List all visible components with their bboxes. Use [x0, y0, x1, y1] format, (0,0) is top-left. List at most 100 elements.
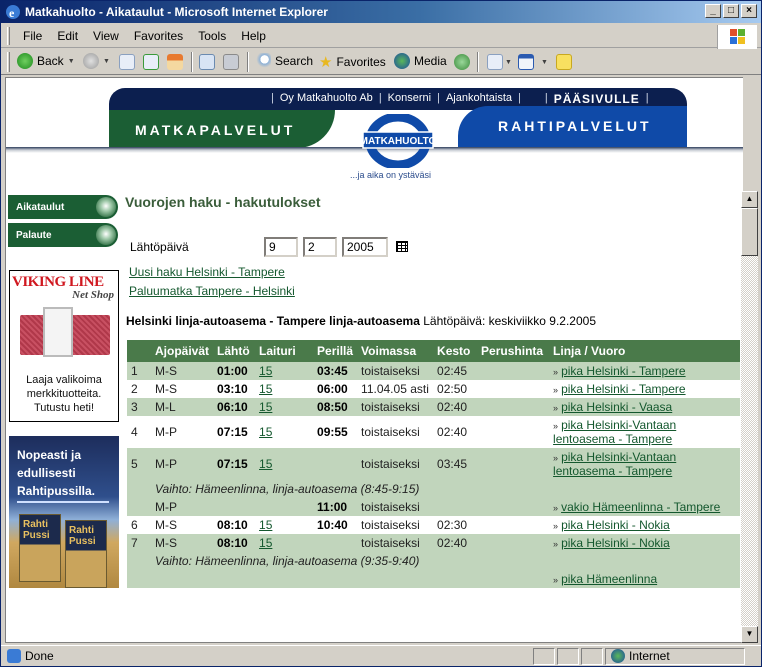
table-row: M-P 11:00 toistaiseksi » vakio Hämeenlinna -…	[127, 498, 740, 516]
cell-arrival: 10:40	[313, 516, 358, 534]
cell-empty	[127, 552, 151, 570]
cell-platform: 15	[255, 398, 314, 416]
arrow-icon: »	[553, 503, 559, 513]
line-link[interactable]: pika Helsinki - Vaasa	[561, 400, 672, 414]
link-paasivulle[interactable]: PÄÄSIVULLE	[554, 92, 640, 106]
ad-text: Nopeasti ja edullisesti Rahtipussilla.	[17, 446, 95, 500]
scroll-down-button[interactable]: ▼	[741, 626, 758, 643]
close-button[interactable]: ×	[741, 4, 757, 18]
toolbar-separator	[247, 52, 249, 72]
back-button[interactable]: Back ▼	[17, 53, 75, 69]
history-icon[interactable]	[454, 54, 470, 70]
line-link[interactable]: pika Helsinki - Tampere	[561, 364, 686, 378]
return-trip-link[interactable]: Paluumatka Tampere - Helsinki	[129, 284, 295, 298]
route-date: Lähtöpäivä: keskiviikko 9.2.2005	[419, 314, 596, 328]
tab-rahtipalvelut[interactable]: RAHTIPALVELUT	[458, 106, 687, 148]
link-konserni[interactable]: Konserni	[388, 92, 431, 106]
edit-dropdown-icon[interactable]: ▼	[541, 59, 548, 66]
browser-window: e Matkahuolto - Aikataulut - Microsoft I…	[0, 0, 762, 667]
cell-departure: 06:10	[213, 398, 256, 416]
platform-link[interactable]: 15	[259, 400, 272, 414]
forward-button[interactable]: ▼	[83, 53, 110, 69]
print-preview-icon[interactable]	[199, 54, 215, 70]
line-link[interactable]: pika Helsinki-Vantaan lentoasema - Tampe…	[553, 450, 676, 478]
forward-dropdown-icon[interactable]: ▼	[103, 58, 110, 65]
day-input[interactable]	[264, 237, 298, 257]
cell-valid: toistaiseksi	[357, 398, 434, 416]
link-ajankohtaista[interactable]: Ajankohtaista	[446, 92, 512, 106]
line-link[interactable]: pika Hämeenlinna	[561, 572, 657, 586]
month-input[interactable]	[303, 237, 337, 257]
line-link[interactable]: pika Helsinki - Tampere	[561, 382, 686, 396]
print-icon[interactable]	[223, 54, 239, 70]
media-button[interactable]: Media	[394, 53, 447, 69]
svg-text:e: e	[9, 6, 15, 20]
cell-departure: 03:10	[213, 380, 256, 398]
edit-icon[interactable]	[518, 54, 534, 70]
route-summary: Helsinki linja-autoasema - Tampere linja…	[126, 314, 596, 328]
platform-link[interactable]: 15	[259, 457, 272, 471]
scroll-thumb[interactable]	[741, 208, 758, 256]
line-link[interactable]: pika Helsinki - Nokia	[561, 518, 670, 532]
search-button[interactable]: Search	[255, 53, 313, 69]
cell-price	[477, 534, 550, 552]
line-link[interactable]: vakio Hämeenlinna - Tampere	[561, 500, 720, 514]
line-link[interactable]: pika Helsinki-Vantaan lentoasema - Tampe…	[553, 418, 676, 446]
ad-text: Laaja valikoima merkkituotteita. Tutustu…	[10, 373, 118, 415]
year-input[interactable]	[342, 237, 388, 257]
menu-grip[interactable]	[7, 27, 10, 45]
matkahuolto-logo[interactable]: MATKAHUOLTO	[361, 114, 435, 168]
platform-link[interactable]: 15	[259, 518, 272, 532]
cell-valid: toistaiseksi	[357, 516, 434, 534]
mail-icon[interactable]	[487, 54, 503, 70]
mail-dropdown-icon[interactable]: ▼	[505, 59, 512, 66]
home-icon[interactable]	[167, 54, 183, 70]
refresh-icon[interactable]	[143, 54, 159, 70]
cell-duration: 02:45	[433, 362, 478, 380]
route-stations: Helsinki linja-autoasema - Tampere linja…	[126, 314, 420, 328]
link-oy-matkahuolto[interactable]: Oy Matkahuolto Ab	[280, 92, 373, 106]
menu-help[interactable]: Help	[239, 29, 274, 43]
col-kesto: Kesto	[433, 340, 478, 362]
media-globe-icon	[394, 53, 410, 69]
menu-favorites[interactable]: Favorites	[132, 29, 191, 43]
col-laituri: Laituri	[255, 340, 314, 362]
tab-matkapalvelut[interactable]: MATKAPALVELUT	[109, 110, 335, 148]
platform-link[interactable]: 15	[259, 425, 272, 439]
platform-link[interactable]: 15	[259, 536, 272, 550]
maximize-button[interactable]: □	[723, 4, 739, 18]
viking-line-ad[interactable]: VIKING LINE Net Shop Laaja valikoima mer…	[9, 270, 119, 422]
rahtipussi-ad[interactable]: Nopeasti ja edullisesti Rahtipussilla. R…	[9, 436, 119, 588]
favorites-button[interactable]: ★ Favorites	[319, 53, 386, 71]
table-header-row: Ajopäivät Lähtö Laituri Perillä Voimassa…	[127, 340, 740, 362]
menu-file[interactable]: File	[21, 29, 50, 43]
sidebar-item-palaute[interactable]: Palaute	[8, 223, 118, 247]
ad-line: Rahtipussilla.	[17, 484, 96, 498]
new-search-link[interactable]: Uusi haku Helsinki - Tampere	[129, 265, 285, 279]
bag-image: Rahti Pussi	[19, 514, 61, 582]
menu-edit[interactable]: Edit	[55, 29, 86, 43]
cell-platform: 15	[255, 534, 314, 552]
cell-price	[477, 398, 550, 416]
favorites-label: Favorites	[336, 55, 386, 69]
menu-view[interactable]: View	[91, 29, 127, 43]
menu-tools[interactable]: Tools	[196, 29, 234, 43]
sidebar-item-aikataulut[interactable]: Aikataulut	[8, 195, 118, 219]
stop-icon[interactable]	[119, 54, 135, 70]
platform-link[interactable]: 15	[259, 382, 272, 396]
vertical-scrollbar[interactable]: ▲ ▼	[741, 191, 758, 643]
minimize-button[interactable]: _	[705, 4, 721, 18]
cell-duration: 03:45	[433, 448, 478, 480]
arrow-icon: »	[553, 421, 559, 431]
back-dropdown-icon[interactable]: ▼	[68, 58, 75, 65]
cell-platform	[255, 498, 314, 516]
calendar-icon[interactable]	[396, 241, 408, 252]
scroll-up-button[interactable]: ▲	[741, 191, 758, 208]
line-link[interactable]: pika Helsinki - Nokia	[561, 536, 670, 550]
cell-arrival: 09:55	[313, 416, 358, 448]
cell-number: 3	[127, 398, 151, 416]
note-icon[interactable]	[556, 54, 572, 70]
toolbar-grip[interactable]	[7, 52, 10, 72]
divider: |	[437, 92, 440, 104]
platform-link[interactable]: 15	[259, 364, 272, 378]
